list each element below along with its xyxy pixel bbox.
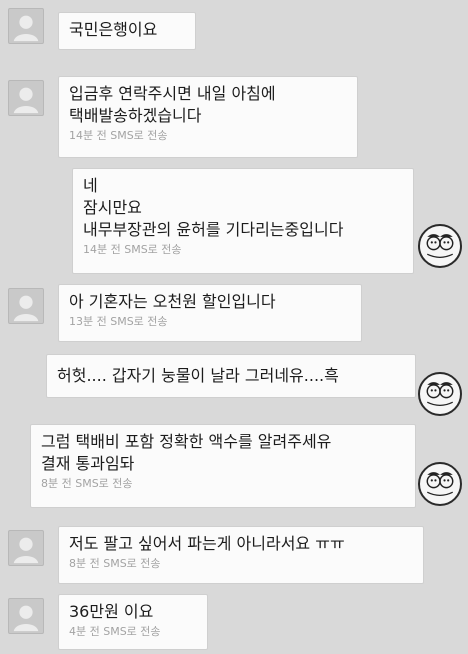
- message-text: 내무부장관의 윤허를 기다리는중입니다: [83, 220, 344, 239]
- message-bubble[interactable]: 입금후 연락주시면 내일 아침에 택배발송하겠습니다 14분 전 SMS로 전송: [58, 76, 358, 158]
- message-text: 네: [83, 176, 98, 195]
- message-bubble[interactable]: 허헛.... 갑자기 눙물이 날라 그러네유....흑: [46, 354, 416, 398]
- message-text: 저도 팔고 싶어서 파는게 아니라서요 ㅠㅠ: [69, 534, 345, 553]
- message-bubble[interactable]: 국민은행이요: [58, 12, 196, 50]
- message-text: 택배발송하겠습니다: [69, 106, 202, 125]
- message-text: 허헛.... 갑자기 눙물이 날라 그러네유....흑: [57, 366, 339, 385]
- cartoon-couple-sticker-icon: [418, 372, 462, 416]
- message-timestamp: 4분 전 SMS로 전송: [69, 625, 161, 638]
- contact-avatar-icon[interactable]: [8, 80, 44, 116]
- cartoon-couple-sticker-icon: [418, 224, 462, 268]
- message-timestamp: 13분 전 SMS로 전송: [69, 315, 168, 328]
- message-timestamp: 14분 전 SMS로 전송: [69, 129, 168, 142]
- message-text: 입금후 연락주시면 내일 아침에: [69, 84, 276, 103]
- message-bubble[interactable]: 그럼 택배비 포함 정확한 액수를 알려주세유 결재 통과임돠 8분 전 SMS…: [30, 424, 416, 508]
- message-text: 잠시만요: [83, 198, 142, 217]
- contact-avatar-icon[interactable]: [8, 8, 44, 44]
- contact-avatar-icon[interactable]: [8, 288, 44, 324]
- cartoon-couple-sticker-icon: [418, 462, 462, 506]
- message-text: 결재 통과임돠: [41, 454, 135, 473]
- message-text: 36만원 이요: [69, 602, 154, 621]
- message-bubble[interactable]: 네 잠시만요 내무부장관의 윤허를 기다리는중입니다 14분 전 SMS로 전송: [72, 168, 414, 274]
- message-bubble[interactable]: 저도 팔고 싶어서 파는게 아니라서요 ㅠㅠ 8분 전 SMS로 전송: [58, 526, 424, 584]
- message-timestamp: 14분 전 SMS로 전송: [83, 243, 182, 256]
- message-bubble[interactable]: 36만원 이요 4분 전 SMS로 전송: [58, 594, 208, 650]
- contact-avatar-icon[interactable]: [8, 598, 44, 634]
- sms-conversation: 국민은행이요 입금후 연락주시면 내일 아침에 택배발송하겠습니다 14분 전 …: [0, 0, 468, 654]
- message-text: 국민은행이요: [69, 20, 158, 39]
- message-timestamp: 8분 전 SMS로 전송: [41, 477, 133, 490]
- message-bubble[interactable]: 아 기혼자는 오천원 할인입니다 13분 전 SMS로 전송: [58, 284, 362, 342]
- contact-avatar-icon[interactable]: [8, 530, 44, 566]
- message-text: 그럼 택배비 포함 정확한 액수를 알려주세유: [41, 432, 332, 451]
- message-timestamp: 8분 전 SMS로 전송: [69, 557, 161, 570]
- message-text: 아 기혼자는 오천원 할인입니다: [69, 292, 276, 311]
